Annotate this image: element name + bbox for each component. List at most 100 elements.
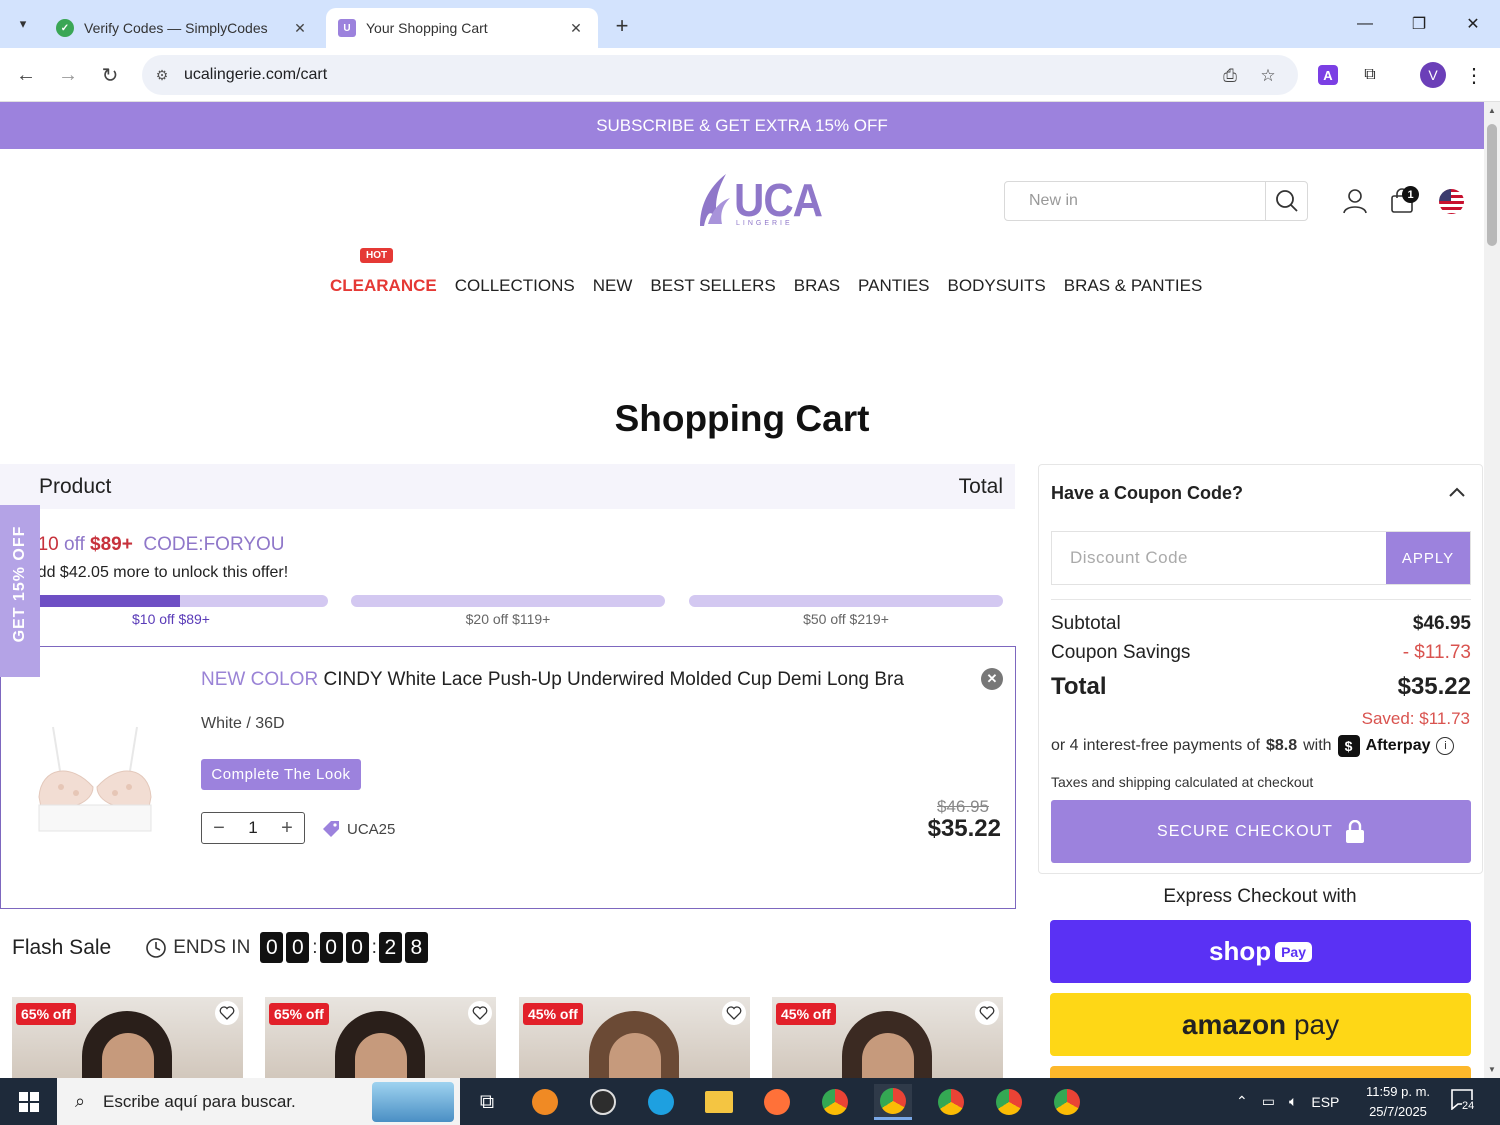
chrome-b-icon[interactable]: [816, 1084, 854, 1120]
forward-icon[interactable]: →: [52, 59, 84, 91]
back-icon[interactable]: ←: [10, 59, 42, 91]
tab-close-icon[interactable]: ✕: [566, 18, 586, 38]
media-player-icon[interactable]: [584, 1084, 622, 1120]
secure-checkout-button[interactable]: SECURE CHECKOUT: [1051, 800, 1471, 863]
account-icon[interactable]: [1340, 186, 1370, 216]
us-flag-icon[interactable]: [1439, 189, 1464, 214]
firefox-icon[interactable]: [758, 1084, 796, 1120]
browser-menu-icon[interactable]: ⋮: [1460, 61, 1488, 89]
volume-icon[interactable]: 🔈︎: [1289, 1093, 1297, 1110]
nav-item-new[interactable]: NEW: [593, 276, 633, 300]
chrome-a-icon[interactable]: [1048, 1084, 1086, 1120]
product-card[interactable]: 65% off: [265, 997, 496, 1078]
scroll-down-icon[interactable]: ▼: [1487, 1065, 1497, 1074]
side-tab-label: GET 15% OFF: [11, 525, 28, 643]
coupon-savings-label: Coupon Savings: [1051, 642, 1191, 663]
site-search: [1004, 181, 1308, 221]
scroll-up-icon[interactable]: ▲: [1487, 106, 1497, 115]
discount-code-input[interactable]: [1053, 533, 1383, 583]
wishlist-heart-icon[interactable]: [215, 1001, 239, 1025]
browser-tab-simplycodes[interactable]: ✓ Verify Codes — SimplyCodes ✕: [44, 8, 322, 48]
shop-pay-button[interactable]: shop Pay: [1050, 920, 1471, 983]
tray-chevron-up-icon[interactable]: ⌃: [1236, 1093, 1248, 1110]
nav-item-bodysuits[interactable]: BODYSUITS: [948, 276, 1046, 300]
nav-item-bras[interactable]: BRAS: [794, 276, 840, 300]
product-image[interactable]: [31, 707, 159, 837]
countdown-separator: :: [371, 936, 377, 958]
browser-toolbar: ← → ↻ ⚙ ucalingerie.com/cart ⎙ ☆ A ⧉ V ⋮: [0, 48, 1500, 102]
browser-tab-cart[interactable]: U Your Shopping Cart ✕: [326, 8, 598, 48]
info-icon[interactable]: i: [1436, 737, 1455, 755]
discount-badge: 45% off: [776, 1003, 836, 1025]
reload-icon[interactable]: ↻: [94, 59, 126, 91]
chrome-v3-icon[interactable]: [990, 1084, 1028, 1120]
chevron-up-icon[interactable]: [1446, 481, 1468, 503]
wishlist-heart-icon[interactable]: [468, 1001, 492, 1025]
search-input[interactable]: [1006, 183, 1266, 219]
profile-avatar[interactable]: V: [1420, 62, 1446, 88]
get-15-off-side-tab[interactable]: GET 15% OFF: [0, 505, 40, 677]
tier-label: $20 off $119+: [465, 611, 551, 627]
nav-item-clearance[interactable]: HOT CLEARANCE: [330, 248, 437, 300]
remove-item-icon[interactable]: ✕: [981, 668, 1003, 690]
scrollbar-thumb[interactable]: [1487, 124, 1497, 246]
tab-search-menu-icon[interactable]: ▾: [8, 9, 38, 39]
address-bar[interactable]: ⚙ ucalingerie.com/cart ⎙ ☆: [142, 55, 1298, 95]
chrome-v-icon[interactable]: [874, 1084, 912, 1120]
windows-start-icon[interactable]: [0, 1078, 57, 1125]
language-indicator[interactable]: ESP: [1311, 1094, 1339, 1110]
search-button[interactable]: [1265, 182, 1307, 220]
notifications-icon[interactable]: 24: [1450, 1088, 1478, 1114]
countdown-digit: 2: [378, 932, 402, 963]
site-logo[interactable]: UCA LINGERIE: [694, 172, 823, 230]
countdown-digit: 0: [319, 932, 343, 963]
url-text: ucalingerie.com/cart: [184, 66, 328, 83]
decrease-quantity-icon[interactable]: −: [202, 813, 236, 843]
page-scrollbar[interactable]: ▲ ▼: [1484, 102, 1500, 1078]
product-card[interactable]: 45% off: [519, 997, 750, 1078]
promo-banner[interactable]: SUBSCRIBE & GET EXTRA 15% OFF: [0, 102, 1484, 149]
close-window-icon[interactable]: ✕: [1450, 8, 1496, 40]
extensions-puzzle-icon[interactable]: ⧉: [1356, 61, 1384, 89]
wishlist-heart-icon[interactable]: [975, 1001, 999, 1025]
nav-item-bras-panties[interactable]: BRAS & PANTIES: [1064, 276, 1203, 300]
taskbar-clock[interactable]: 11:59 p. m. 25/7/2025: [1360, 1082, 1436, 1122]
product-title[interactable]: NEW COLOR CINDY White Lace Push-Up Under…: [201, 669, 904, 691]
complete-the-look-button[interactable]: Complete The Look: [201, 759, 361, 790]
fl-studio-icon[interactable]: [526, 1084, 564, 1120]
extension-a-icon[interactable]: A: [1318, 65, 1338, 85]
edge-icon[interactable]: [642, 1084, 680, 1120]
file-explorer-icon[interactable]: [700, 1084, 738, 1120]
chrome-v2-icon[interactable]: [932, 1084, 970, 1120]
tab-close-icon[interactable]: ✕: [290, 18, 310, 38]
product-variant: White / 36D: [201, 715, 285, 732]
tier-label: $50 off $219+: [803, 611, 889, 627]
amazon-pay-button[interactable]: amazon pay: [1050, 993, 1471, 1056]
browser-tab-strip: ▾ ✓ Verify Codes — SimplyCodes ✕ U Your …: [0, 0, 1500, 48]
product-card[interactable]: 65% off: [12, 997, 243, 1078]
bookmark-star-icon[interactable]: ☆: [1256, 64, 1280, 88]
tier-progress-bar: [689, 595, 1003, 607]
quantity-input[interactable]: [236, 813, 270, 843]
cart-table-header: Product Total: [0, 464, 1015, 509]
clock-icon: [146, 937, 167, 958]
increase-quantity-icon[interactable]: +: [270, 813, 304, 843]
task-view-icon[interactable]: ⧉: [468, 1084, 506, 1120]
afterpay-logo-icon: $: [1337, 735, 1360, 757]
cart-item: NEW COLOR CINDY White Lace Push-Up Under…: [0, 646, 1016, 909]
wishlist-heart-icon[interactable]: [722, 1001, 746, 1025]
clock-time: 11:59 p. m.: [1365, 1084, 1431, 1099]
minimize-icon[interactable]: —: [1342, 8, 1388, 40]
network-icon[interactable]: ▭: [1262, 1093, 1275, 1110]
nav-item-collections[interactable]: COLLECTIONS: [455, 276, 575, 300]
product-card[interactable]: 45% off: [772, 997, 1003, 1078]
taskbar-search[interactable]: ⌕ Escribe aquí para buscar.: [57, 1078, 460, 1125]
restore-icon[interactable]: ❐: [1396, 8, 1442, 40]
nav-item-best-sellers[interactable]: BEST SELLERS: [650, 276, 775, 300]
install-app-icon[interactable]: ⎙: [1218, 64, 1242, 88]
nav-item-panties[interactable]: PANTIES: [858, 276, 929, 300]
site-settings-icon[interactable]: ⚙: [152, 65, 172, 85]
apply-button[interactable]: APPLY: [1386, 532, 1470, 584]
paypal-button[interactable]: [1050, 1066, 1471, 1078]
new-tab-icon[interactable]: +: [608, 12, 636, 40]
